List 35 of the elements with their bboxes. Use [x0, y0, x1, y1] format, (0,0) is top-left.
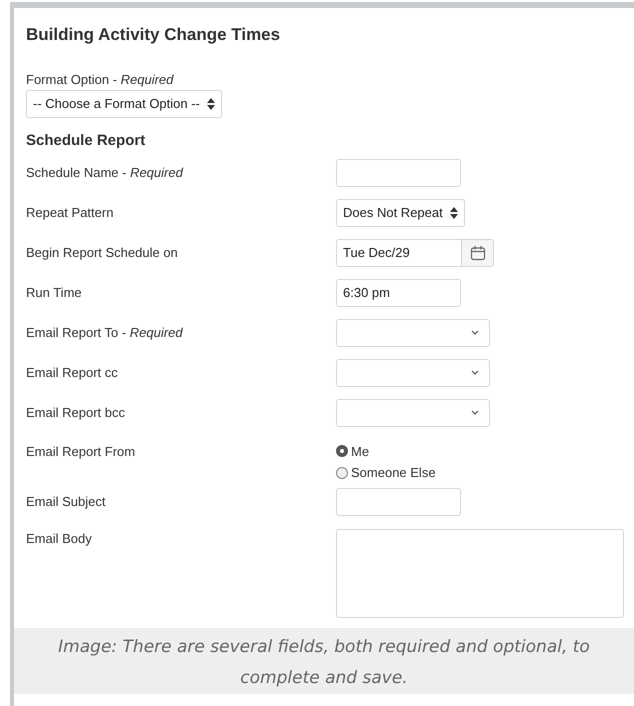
field-label: Email Body [26, 530, 93, 548]
field-label: Email Report bcc [26, 404, 126, 422]
image-caption: Image: There are several fields, both required and optional, to complete and save. [14, 628, 634, 694]
chevron-down-icon [471, 370, 479, 375]
sort-arrows-icon [450, 206, 458, 218]
select-field[interactable]: Does Not Repeat [336, 198, 465, 226]
dropdown-field[interactable] [336, 358, 490, 386]
dropdown-field[interactable] [336, 318, 490, 346]
section-heading: Schedule Report [26, 131, 146, 151]
field-label: Email Subject [26, 492, 106, 511]
field-label: Format Option - Required [26, 70, 175, 89]
chevron-down-icon [471, 330, 479, 335]
calendar-icon [470, 244, 486, 260]
field-label: Run Time [26, 284, 83, 302]
date-field[interactable]: Tue Dec/29 [336, 238, 462, 266]
chevron-down-icon [471, 410, 479, 415]
field-label: Schedule Name - Required [26, 164, 184, 182]
sort-arrows-icon [207, 98, 215, 110]
field-label: Email Report From [26, 442, 136, 461]
text-field[interactable]: 6:30 pm [336, 278, 461, 306]
radio-option[interactable]: Me [336, 442, 436, 461]
field-label: Repeat Pattern [26, 204, 114, 222]
dropdown-field[interactable] [336, 398, 490, 426]
field-label: Begin Report Schedule on [26, 244, 179, 262]
radio-button[interactable] [336, 466, 348, 479]
field-label: Email Report To - Required [26, 324, 184, 342]
field-label: Email Report cc [26, 364, 119, 382]
calendar-button[interactable] [462, 238, 494, 266]
radio-option[interactable]: Someone Else [336, 463, 436, 482]
page-title: Building Activity Change Times [26, 24, 282, 46]
text-area[interactable] [336, 528, 624, 618]
text-field[interactable] [336, 488, 461, 516]
select-field[interactable]: -- Choose a Format Option -- [26, 90, 222, 118]
text-field[interactable] [336, 158, 461, 186]
radio-button[interactable] [336, 445, 348, 458]
